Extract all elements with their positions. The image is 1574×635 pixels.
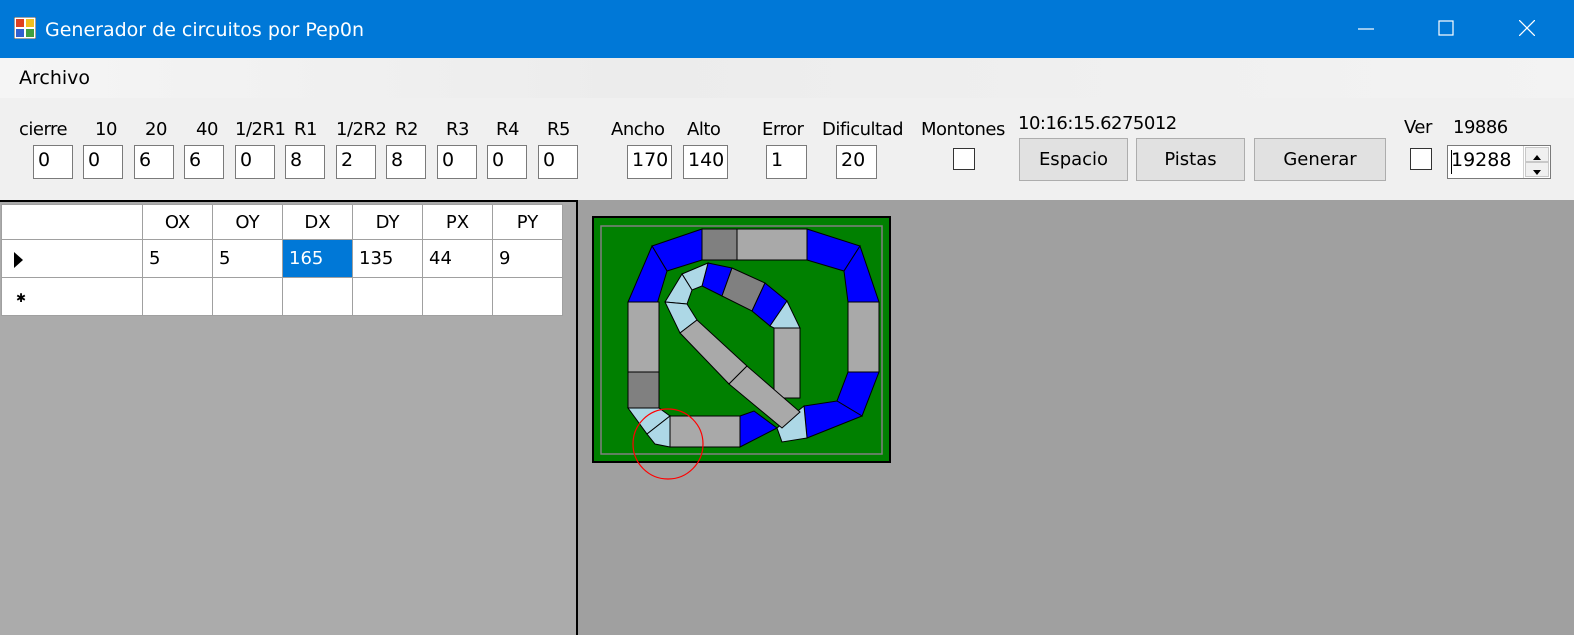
stepper-arrows [1523, 146, 1550, 178]
cell-oy[interactable]: 5 [212, 239, 283, 278]
data-grid[interactable]: OX OY DX DY PX PY 5 5 165 135 44 9 ✱ [1, 204, 563, 316]
input-r3[interactable]: 0 [437, 145, 477, 179]
text-caret [1451, 150, 1452, 174]
label-40: 40 [196, 119, 218, 140]
label-ver: Ver [1404, 117, 1432, 138]
label-half-r2: 1/2R2 [336, 119, 387, 140]
input-r4[interactable]: 0 [487, 145, 527, 179]
circuit-canvas[interactable] [592, 216, 892, 484]
input-dificultad[interactable]: 20 [836, 145, 877, 179]
grid-corner-cell[interactable] [1, 204, 143, 240]
input-alto[interactable]: 140 [683, 145, 728, 179]
minimize-icon [1358, 28, 1374, 30]
label-r5: R5 [547, 119, 570, 140]
input-20[interactable]: 6 [134, 145, 174, 179]
new-cell-dx[interactable] [282, 277, 353, 316]
input-cierre[interactable]: 0 [33, 145, 73, 179]
seed-stepper[interactable]: 19288 [1447, 145, 1551, 179]
label-error: Error [762, 119, 804, 140]
new-cell-dy[interactable] [352, 277, 423, 316]
menu-bar: Archivo [0, 58, 1574, 98]
column-header-dy[interactable]: DY [352, 204, 423, 240]
arrow-down-icon [1533, 170, 1541, 175]
new-cell-oy[interactable] [212, 277, 283, 316]
label-montones: Montones [921, 119, 1005, 140]
new-cell-ox[interactable] [142, 277, 213, 316]
checkbox-ver[interactable] [1410, 148, 1432, 170]
new-cell-px[interactable] [422, 277, 493, 316]
label-ancho: Ancho [611, 119, 665, 140]
pistas-button[interactable]: Pistas [1136, 138, 1245, 181]
track-piece [669, 415, 741, 448]
track-piece [773, 327, 801, 399]
window-title: Generador de circuitos por Pep0n [45, 19, 365, 41]
column-header-oy[interactable]: OY [212, 204, 283, 240]
label-r4: R4 [496, 119, 519, 140]
table-row[interactable]: 5 5 165 135 44 9 [1, 239, 563, 278]
input-10[interactable]: 0 [83, 145, 123, 179]
minimize-button[interactable] [1327, 0, 1407, 58]
new-row[interactable]: ✱ [1, 277, 563, 316]
label-20: 20 [145, 119, 167, 140]
input-40[interactable]: 6 [184, 145, 224, 179]
maximize-icon [1438, 20, 1454, 36]
track-piece [701, 228, 739, 261]
track-piece [847, 301, 880, 373]
timestamp-label: 10:16:15.6275012 [1018, 113, 1177, 134]
cell-ox[interactable]: 5 [142, 239, 213, 278]
track-piece [736, 228, 808, 261]
cell-dy[interactable]: 135 [352, 239, 423, 278]
row-header-new[interactable]: ✱ [1, 277, 143, 316]
column-header-py[interactable]: PY [492, 204, 563, 240]
track-piece [627, 301, 660, 373]
seed-value[interactable]: 19288 [1451, 149, 1511, 171]
new-row-asterisk-icon: ✱ [16, 291, 27, 305]
input-r1[interactable]: 8 [285, 145, 325, 179]
input-half-r2[interactable]: 2 [336, 145, 376, 179]
stepper-up-button[interactable] [1525, 147, 1549, 162]
data-grid-panel: OX OY DX DY PX PY 5 5 165 135 44 9 ✱ [0, 200, 578, 635]
input-r2[interactable]: 8 [386, 145, 426, 179]
column-header-px[interactable]: PX [422, 204, 493, 240]
input-r5[interactable]: 0 [538, 145, 578, 179]
espacio-button[interactable]: Espacio [1019, 138, 1128, 181]
cell-py[interactable]: 9 [492, 239, 563, 278]
app-icon [14, 17, 36, 39]
label-alto: Alto [687, 119, 721, 140]
title-bar: Generador de circuitos por Pep0n [0, 0, 1574, 58]
close-button[interactable] [1488, 0, 1568, 58]
column-header-dx[interactable]: DX [282, 204, 353, 240]
generar-button[interactable]: Generar [1254, 138, 1386, 181]
close-icon [1519, 20, 1535, 36]
toolbar: cierre 10 20 40 1/2R1 R1 1/2R2 R2 R3 R4 … [0, 98, 1574, 200]
seed-label: 19886 [1453, 117, 1508, 138]
track-piece [627, 371, 660, 409]
content-area: OX OY DX DY PX PY 5 5 165 135 44 9 ✱ [0, 200, 1574, 635]
label-r2: R2 [395, 119, 418, 140]
grid-header-row: OX OY DX DY PX PY [1, 204, 563, 240]
new-cell-py[interactable] [492, 277, 563, 316]
label-cierre: cierre [19, 119, 68, 140]
cell-px[interactable]: 44 [422, 239, 493, 278]
cell-dx-selected[interactable]: 165 [282, 239, 353, 278]
column-header-ox[interactable]: OX [142, 204, 213, 240]
input-half-r1[interactable]: 0 [235, 145, 275, 179]
row-header-current[interactable] [1, 239, 143, 278]
menu-archivo[interactable]: Archivo [19, 67, 90, 89]
current-row-arrow-icon [14, 252, 23, 268]
label-dificultad: Dificultad [822, 119, 904, 140]
label-half-r1: 1/2R1 [235, 119, 286, 140]
label-r1: R1 [294, 119, 317, 140]
label-10: 10 [95, 119, 117, 140]
input-ancho[interactable]: 170 [627, 145, 672, 179]
stepper-down-button[interactable] [1525, 162, 1549, 177]
maximize-button[interactable] [1407, 0, 1487, 58]
label-r3: R3 [446, 119, 469, 140]
checkbox-montones[interactable] [953, 148, 975, 170]
input-error[interactable]: 1 [766, 145, 807, 179]
